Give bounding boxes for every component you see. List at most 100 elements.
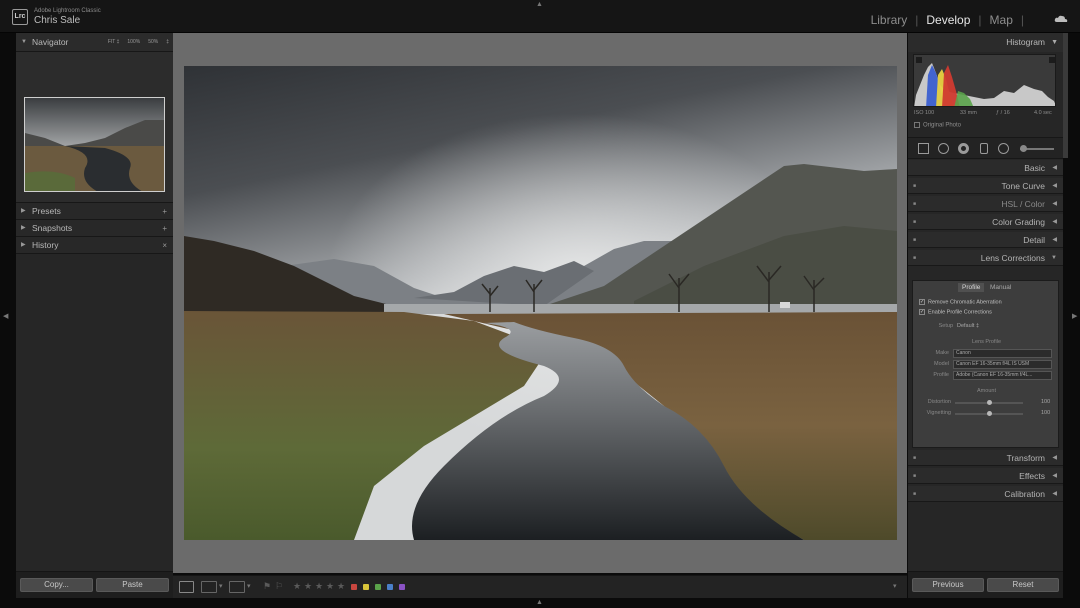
original-photo-checkbox[interactable]: Original Photo bbox=[914, 122, 961, 129]
before-after-lr-button[interactable] bbox=[201, 581, 217, 593]
enable-profile-label: Enable Profile Corrections bbox=[928, 309, 992, 316]
crop-tool-icon[interactable] bbox=[918, 143, 929, 154]
snapshots-header[interactable]: ▶ Snapshots + bbox=[16, 220, 173, 237]
zoom-fit[interactable]: FIT ‡ bbox=[108, 33, 120, 52]
panel-switch-icon[interactable]: ■ bbox=[913, 450, 916, 466]
transform-label: Transform bbox=[1006, 453, 1045, 463]
navigator-thumbnail[interactable] bbox=[24, 97, 165, 192]
collapsed-triangle-icon: ▶ bbox=[21, 242, 26, 248]
radial-filter-icon[interactable] bbox=[998, 143, 1009, 154]
copy-button[interactable]: Copy... bbox=[20, 578, 93, 592]
module-separator: | bbox=[978, 13, 982, 27]
collapsed-triangle-icon: ▶ bbox=[21, 225, 26, 231]
cloud-sync-icon[interactable] bbox=[1054, 15, 1068, 23]
rating-star-icon[interactable]: ★ bbox=[293, 581, 301, 592]
chevron-down-icon[interactable]: ▾ bbox=[247, 582, 251, 590]
color-grading-panel-header[interactable]: ■ Color Grading ◀ bbox=[908, 214, 1063, 230]
profile-dropdown[interactable]: Adobe (Canon EF 16-35mm f/4L... bbox=[953, 371, 1052, 380]
brush-knob-icon[interactable] bbox=[1020, 145, 1027, 152]
chevron-down-icon[interactable]: ▾ bbox=[219, 582, 223, 590]
zoom-50[interactable]: 50% bbox=[148, 33, 158, 52]
setup-dropdown[interactable]: Default ‡ bbox=[957, 323, 979, 329]
collapse-top-arrow-icon[interactable]: ▲ bbox=[536, 1, 543, 8]
panel-switch-icon[interactable]: ■ bbox=[913, 468, 916, 484]
collapse-left-arrow-icon[interactable]: ◀ bbox=[3, 312, 8, 320]
rating-star-icon[interactable]: ★ bbox=[326, 581, 334, 592]
red-eye-tool-icon[interactable] bbox=[958, 143, 969, 154]
collapsed-triangle-icon: ◀ bbox=[1052, 165, 1057, 171]
histogram-header[interactable]: Histogram ▼ bbox=[908, 33, 1063, 52]
tone-curve-panel-header[interactable]: ■ Tone Curve ◀ bbox=[908, 178, 1063, 194]
make-dropdown[interactable]: Canon bbox=[953, 349, 1052, 358]
tab-profile[interactable]: Profile bbox=[958, 283, 985, 292]
right-panel-scrollbar[interactable] bbox=[1063, 33, 1068, 158]
reject-flag-icon[interactable]: ⚐ bbox=[275, 581, 283, 592]
identity-plate: Chris Sale bbox=[34, 15, 81, 26]
reset-button[interactable]: Reset bbox=[987, 578, 1059, 592]
presets-label: Presets bbox=[32, 206, 61, 216]
loupe-view-button[interactable] bbox=[179, 581, 194, 593]
zoom-100[interactable]: 100% bbox=[127, 33, 140, 52]
add-snapshot-icon[interactable]: + bbox=[162, 220, 167, 237]
detail-panel-header[interactable]: ■ Detail ◀ bbox=[908, 232, 1063, 248]
collapse-bottom-arrow-icon[interactable]: ▲ bbox=[536, 599, 543, 606]
snapshots-label: Snapshots bbox=[32, 223, 73, 233]
navigator-preview-area bbox=[16, 52, 173, 203]
vignetting-value[interactable]: 100 bbox=[1041, 410, 1050, 416]
transform-panel-header[interactable]: ■ Transform ◀ bbox=[908, 450, 1063, 466]
color-label-blue[interactable] bbox=[387, 584, 393, 590]
rating-star-icon[interactable]: ★ bbox=[337, 581, 345, 592]
rating-star-icon[interactable]: ★ bbox=[304, 581, 312, 592]
spot-removal-tool-icon[interactable] bbox=[938, 143, 949, 154]
panel-switch-icon[interactable]: ■ bbox=[913, 178, 916, 194]
panel-switch-icon[interactable]: ■ bbox=[913, 250, 916, 266]
color-label-purple[interactable] bbox=[399, 584, 405, 590]
history-header[interactable]: ▶ History × bbox=[16, 237, 173, 254]
panel-switch-icon[interactable]: ■ bbox=[913, 486, 916, 502]
hsl-color-panel-header[interactable]: ■ HSL / Color ◀ bbox=[908, 196, 1063, 212]
histogram[interactable] bbox=[913, 54, 1056, 107]
flag-icon[interactable]: ⚑ bbox=[263, 581, 271, 592]
collapse-right-arrow-icon[interactable]: ▶ bbox=[1072, 312, 1077, 320]
lens-tabs: Profile Manual bbox=[913, 281, 1058, 295]
vignetting-slider-knob[interactable] bbox=[987, 411, 992, 416]
main-photo[interactable] bbox=[184, 66, 897, 540]
presets-header[interactable]: ▶ Presets + bbox=[16, 203, 173, 220]
previous-button[interactable]: Previous bbox=[912, 578, 984, 592]
panel-switch-icon[interactable]: ■ bbox=[913, 232, 916, 248]
lens-corrections-panel-header[interactable]: ■ Lens Corrections ▼ bbox=[908, 250, 1063, 266]
remove-ca-checkbox[interactable]: ✓ Remove Chromatic Aberration bbox=[919, 299, 1002, 305]
before-after-yy-button[interactable] bbox=[229, 581, 245, 593]
graduated-filter-icon[interactable] bbox=[980, 143, 988, 154]
navigator-header[interactable]: ▼ Navigator FIT ‡ 100% 50% ‡ bbox=[16, 33, 173, 52]
clear-history-icon[interactable]: × bbox=[162, 237, 167, 254]
model-dropdown[interactable]: Canon EF 16-35mm f/4L IS USM bbox=[953, 360, 1052, 369]
enable-profile-checkbox[interactable]: ✓ Enable Profile Corrections bbox=[919, 309, 992, 315]
color-label-yellow[interactable] bbox=[363, 584, 369, 590]
distortion-value[interactable]: 100 bbox=[1041, 399, 1050, 405]
module-map[interactable]: Map bbox=[990, 13, 1013, 27]
color-label-red[interactable] bbox=[351, 584, 357, 590]
paste-button[interactable]: Paste bbox=[96, 578, 169, 592]
module-separator: | bbox=[1020, 13, 1024, 27]
tab-manual[interactable]: Manual bbox=[990, 284, 1011, 291]
expand-triangle-icon: ▼ bbox=[21, 39, 27, 45]
basic-label: Basic bbox=[1024, 163, 1045, 173]
hsl-color-label: HSL / Color bbox=[1001, 199, 1045, 209]
distortion-slider-knob[interactable] bbox=[987, 400, 992, 405]
collapsed-triangle-icon: ◀ bbox=[1052, 183, 1057, 189]
color-label-green[interactable] bbox=[375, 584, 381, 590]
panel-switch-icon[interactable]: ■ bbox=[913, 196, 916, 212]
add-preset-icon[interactable]: + bbox=[162, 203, 167, 220]
effects-panel-header[interactable]: ■ Effects ◀ bbox=[908, 468, 1063, 484]
module-library[interactable]: Library bbox=[871, 13, 908, 27]
rating-star-icon[interactable]: ★ bbox=[315, 581, 323, 592]
panel-switch-icon[interactable]: ■ bbox=[913, 214, 916, 230]
calibration-panel-header[interactable]: ■ Calibration ◀ bbox=[908, 486, 1063, 502]
module-develop[interactable]: Develop bbox=[926, 13, 970, 27]
collapsed-triangle-icon: ◀ bbox=[1052, 219, 1057, 225]
toolbar-menu-chevron-icon[interactable]: ▾ bbox=[893, 582, 897, 590]
basic-panel-header[interactable]: Basic ◀ bbox=[908, 160, 1063, 176]
vignetting-label: Vignetting bbox=[926, 410, 951, 416]
zoom-menu[interactable]: ‡ bbox=[166, 33, 169, 52]
